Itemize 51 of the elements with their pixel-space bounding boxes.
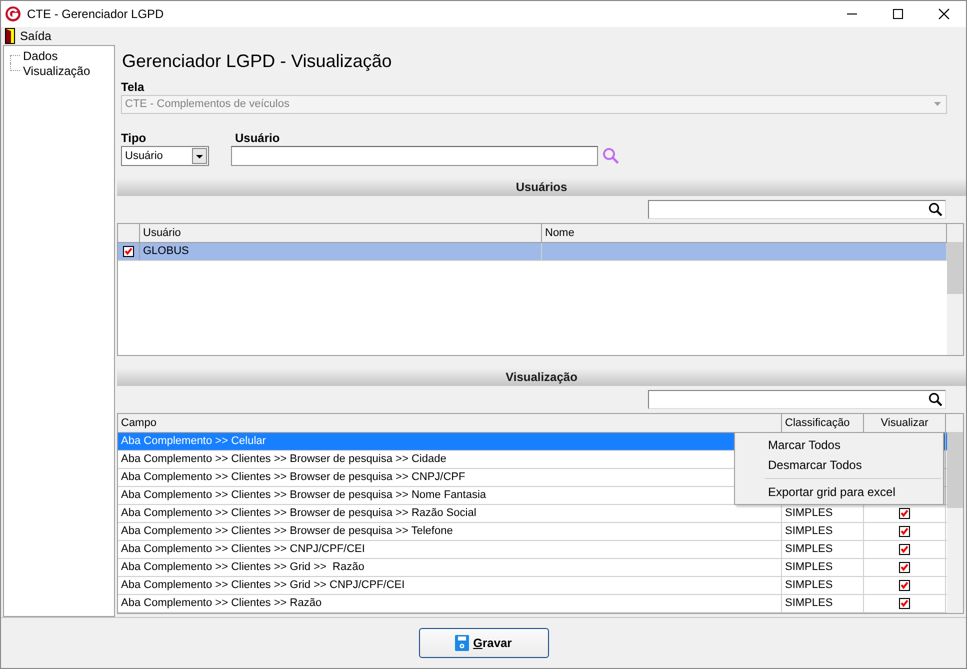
app-logo-icon: [5, 6, 21, 22]
checkbox[interactable]: [123, 246, 134, 257]
field-label: Tela: [120, 79, 146, 95]
search-field[interactable]: [648, 390, 946, 409]
scrollbar[interactable]: [947, 224, 963, 355]
column-header[interactable]: Usuário: [140, 224, 542, 242]
table-cell: Aba Complemento >> Clientes >> Grid >> Razão: [118, 559, 782, 576]
dropdown-arrow-icon: [934, 102, 941, 106]
tree-item[interactable]: Dados: [22, 48, 58, 62]
table-cell: Aba Complemento >> Clientes >> Browser de pesquisa >> Telefone: [118, 523, 782, 540]
table-cell: SIMPLES: [785, 525, 833, 537]
checkbox[interactable]: [899, 598, 910, 609]
checkbox[interactable]: [899, 544, 910, 555]
checkbox[interactable]: [899, 526, 910, 537]
table-row[interactable]: Aba Complemento >> Clientes >> CNPJ/CPF/CEI SIMPLES: [118, 541, 947, 559]
table-cell: SIMPLES: [785, 579, 833, 591]
table-row[interactable]: Aba Complemento >> Clientes >> Grid >> CNPJ/CPF/CEI SIMPLES: [118, 577, 947, 595]
tree-item[interactable]: Visualização: [22, 64, 90, 78]
table-cell: Aba Complemento >> Clientes >> Razão: [118, 595, 782, 612]
table-cell: Aba Complemento >> Clientes >> Grid >> CNPJ/CPF/CEI: [118, 577, 782, 594]
section-header: Usuários: [117, 178, 966, 196]
table-cell: SIMPLES: [785, 507, 833, 519]
door-icon: [5, 28, 15, 44]
search-icon[interactable]: [602, 146, 620, 165]
table-row[interactable]: Aba Complemento >> Clientes >> Grid >> Razão SIMPLES: [118, 559, 947, 577]
table-cell: Aba Complemento >> Clientes >> CNPJ/CPF/CEI: [118, 541, 782, 558]
maximize-icon[interactable]: [892, 8, 904, 20]
page-heading: Gerenciador LGPD - Visualização: [121, 50, 393, 73]
scrollbar[interactable]: [947, 414, 963, 613]
checkbox[interactable]: [899, 580, 910, 591]
table-cell: GLOBUS: [140, 242, 542, 260]
checkbox[interactable]: [899, 508, 910, 519]
user-field[interactable]: [231, 146, 598, 166]
table-cell: SIMPLES: [785, 561, 833, 573]
table-cell: SIMPLES: [785, 543, 833, 555]
close-icon[interactable]: [938, 8, 950, 20]
checkbox[interactable]: [899, 562, 910, 573]
table-row[interactable]: Aba Complemento >> Clientes >> Razão SIMPLES: [118, 595, 947, 613]
field-label: Usuário: [234, 130, 281, 146]
menu-item[interactable]: Saída: [1, 28, 56, 44]
section-header: Visualização: [117, 368, 966, 386]
table-row[interactable]: GLOBUS: [118, 242, 947, 261]
window-title: CTE - Gerenciador LGPD: [27, 7, 164, 21]
search-icon: [928, 392, 943, 407]
table-cell: SIMPLES: [785, 597, 833, 609]
search-icon: [928, 202, 943, 217]
table-row[interactable]: Aba Complemento >> Clientes >> Browser de pesquisa >> Telefone SIMPLES: [118, 523, 947, 541]
type-dropdown[interactable]: Usuário: [121, 146, 209, 166]
search-field[interactable]: [648, 200, 946, 219]
save-button[interactable]: Gravar: [418, 628, 548, 658]
field-label: Tipo: [120, 130, 148, 146]
